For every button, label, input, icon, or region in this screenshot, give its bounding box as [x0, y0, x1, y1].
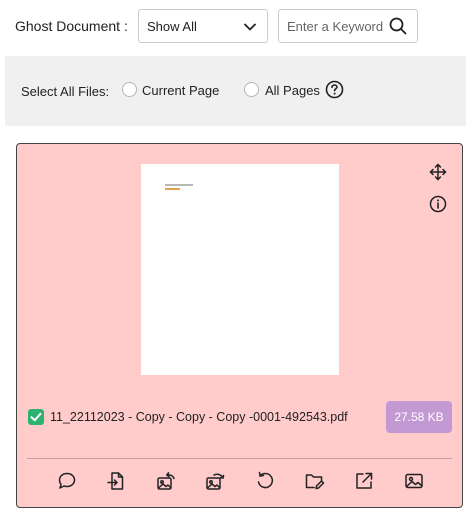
help-circle-icon[interactable] [325, 80, 344, 99]
file-size-badge: 27.58 KB [386, 401, 452, 433]
rename-folder-icon [305, 474, 325, 490]
search-icon[interactable] [389, 17, 407, 35]
rename-folder-button[interactable] [303, 470, 325, 492]
undo-icon [257, 471, 274, 489]
chevron-down-icon [244, 23, 256, 31]
thumbnail-highlight-line [165, 188, 180, 190]
divider [27, 458, 452, 459]
comment-button[interactable] [56, 470, 78, 492]
current-page-label[interactable]: Current Page [142, 83, 219, 98]
current-page-radio[interactable] [122, 82, 137, 97]
rotate-right-button[interactable] [204, 470, 226, 492]
export-file-icon [107, 472, 124, 490]
ghost-document-select[interactable]: Show All [138, 9, 268, 43]
thumbnail-text-line [165, 184, 193, 186]
rotate-image-right-icon [206, 473, 225, 490]
rotate-image-left-icon [157, 472, 175, 490]
open-external-button[interactable] [353, 470, 375, 492]
keyword-search-input[interactable] [279, 10, 389, 42]
comment-icon [58, 472, 76, 489]
all-pages-radio[interactable] [244, 82, 259, 97]
select-all-panel: Select All Files: Current Page All Pages [5, 56, 466, 126]
image-icon [405, 473, 423, 489]
move-icon[interactable] [429, 163, 447, 181]
keyword-search [278, 9, 418, 43]
export-file-button[interactable] [105, 470, 127, 492]
info-icon[interactable] [429, 195, 447, 213]
rotate-left-button[interactable] [155, 470, 177, 492]
undo-button[interactable] [254, 470, 276, 492]
select-all-label: Select All Files: [21, 84, 110, 99]
ghost-document-label: Ghost Document : [15, 18, 128, 34]
all-pages-label[interactable]: All Pages [265, 83, 320, 98]
file-card: 11_22112023 - Copy - Copy - Copy -0001-4… [16, 143, 463, 508]
filter-bar: Ghost Document : Show All [0, 0, 466, 54]
select-value: Show All [147, 19, 197, 34]
open-external-icon [356, 472, 373, 489]
check-icon [30, 412, 42, 422]
file-select-checkbox[interactable] [28, 409, 44, 425]
document-thumbnail[interactable] [141, 164, 339, 375]
image-button[interactable] [403, 470, 425, 492]
file-name: 11_22112023 - Copy - Copy - Copy -0001-4… [50, 410, 348, 424]
